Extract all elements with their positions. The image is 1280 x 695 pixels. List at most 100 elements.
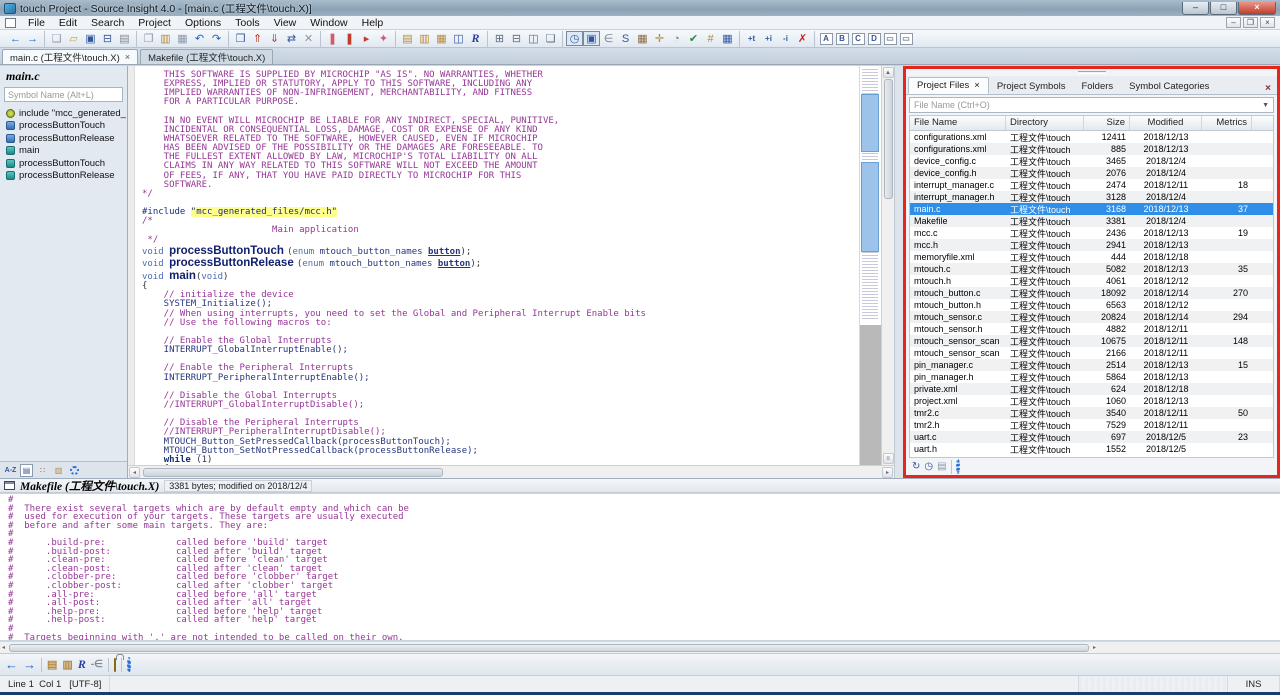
recent-files-icon[interactable]: ◷ xyxy=(924,461,933,472)
style-d-icon[interactable]: D xyxy=(867,32,881,45)
tab-close-icon[interactable]: × xyxy=(974,80,980,91)
table-row[interactable]: device_config.c 工程文件\touch 3465 2018/12/4 xyxy=(910,155,1273,167)
menu-project[interactable]: Project xyxy=(131,17,178,29)
table-row[interactable]: tmr2.c 工程文件\touch 3540 2018/12/11 50 xyxy=(910,407,1273,419)
cascade-windows-icon[interactable]: ❏ xyxy=(542,31,559,46)
calendar-icon[interactable]: ▦ xyxy=(634,31,651,46)
column-header-metrics[interactable]: Metrics xyxy=(1202,116,1252,130)
makefile-editor[interactable]: # # There exist several targets which are… xyxy=(0,494,1280,640)
class-view-icon[interactable]: ◫ xyxy=(450,31,467,46)
table-row[interactable]: memoryfile.xml 工程文件\touch 444 2018/12/18 xyxy=(910,251,1273,263)
paste-icon[interactable]: ▥ xyxy=(157,31,174,46)
breakpoint-icon[interactable]: ❚ xyxy=(341,31,358,46)
table-view-icon[interactable]: ▦ xyxy=(719,31,736,46)
table-row[interactable]: configurations.xml 工程文件\touch 12411 2018/12… xyxy=(910,131,1273,143)
tile-horizontal-icon[interactable]: ⊟ xyxy=(508,31,525,46)
column-header-modified[interactable]: Modified xyxy=(1130,116,1202,130)
code-editor[interactable]: THIS SOFTWARE IS SUPPLIED BY MICROCHIP "… xyxy=(135,66,859,465)
indent-add-icon[interactable]: +t xyxy=(743,31,760,46)
tile-grid-icon[interactable]: ⊞ xyxy=(491,31,508,46)
lock-icon[interactable] xyxy=(113,657,116,672)
menu-options[interactable]: Options xyxy=(178,17,228,29)
symbol-list-item[interactable]: processButtonRelease xyxy=(6,132,127,145)
style-b-icon[interactable]: B xyxy=(835,32,849,45)
sync-project-icon[interactable]: ↻ xyxy=(912,461,920,472)
check-icon[interactable]: ✔ xyxy=(685,31,702,46)
table-row[interactable]: pin_manager.c 工程文件\touch 2514 2018/12/13 15 xyxy=(910,359,1273,371)
mdi-minimize-button[interactable]: – xyxy=(1226,17,1241,28)
table-row[interactable]: main.c 工程文件\touch 3168 2018/12/13 37 xyxy=(910,203,1273,215)
menu-view[interactable]: View xyxy=(267,17,304,29)
nav-forward-icon[interactable]: → xyxy=(24,31,41,46)
panel-tab-project-symbols[interactable]: Project Symbols xyxy=(989,79,1074,94)
check-out-icon[interactable]: ⇑ xyxy=(249,31,266,46)
scroll-menu-icon[interactable]: ≡ xyxy=(882,453,894,464)
table-row[interactable]: interrupt_manager.h 工程文件\touch 3128 2018/12… xyxy=(910,191,1273,203)
column-header-size[interactable]: Size xyxy=(1084,116,1130,130)
tile-vertical-icon[interactable]: ◫ xyxy=(525,31,542,46)
table-row[interactable]: mtouch.c 工程文件\touch 5082 2018/12/13 35 xyxy=(910,263,1273,275)
mdi-restore-button[interactable]: ❐ xyxy=(1243,17,1258,28)
clock-icon[interactable]: ◷ xyxy=(566,31,583,46)
new-file-icon[interactable]: ❏ xyxy=(48,31,65,46)
open-project-icon[interactable]: ▱ xyxy=(65,31,82,46)
table-row[interactable]: mcc.h 工程文件\touch 2941 2018/12/13 xyxy=(910,239,1273,251)
book-view-icon[interactable]: ▥ xyxy=(52,464,65,477)
reference-icon[interactable]: R xyxy=(78,657,86,672)
menu-edit[interactable]: Edit xyxy=(52,17,84,29)
close-button[interactable]: × xyxy=(1238,1,1276,15)
tab-makefile[interactable]: Makefile (工程文件\touch.X) xyxy=(140,49,274,64)
snippet-icon[interactable]: S xyxy=(617,31,634,46)
panel-drag-grip[interactable] xyxy=(906,69,1277,76)
group-view-icon[interactable]: ∷ xyxy=(36,464,49,477)
symbol-out-icon[interactable]: -∈ xyxy=(91,659,103,670)
browse-project-icon[interactable]: ▤ xyxy=(399,31,416,46)
menu-help[interactable]: Help xyxy=(355,17,391,29)
bookmark-jump-icon[interactable]: ▸ xyxy=(358,31,375,46)
table-row[interactable]: mtouch_button.h 工程文件\touch 6563 2018/12/12 xyxy=(910,299,1273,311)
line-remove-icon[interactable]: -i xyxy=(777,31,794,46)
style-a-icon[interactable]: A xyxy=(819,32,833,45)
menu-file[interactable]: File xyxy=(21,17,52,29)
symbol-list-item[interactable]: processButtonRelease xyxy=(6,170,127,183)
nav-back-icon[interactable]: ← xyxy=(5,657,18,672)
scroll-right-icon[interactable]: ▸ xyxy=(882,466,893,478)
table-row[interactable]: tmr2.h 工程文件\touch 7529 2018/12/11 xyxy=(910,419,1273,431)
file-detail-icon[interactable]: ▤ xyxy=(937,461,946,472)
menu-window[interactable]: Window xyxy=(303,17,354,29)
scroll-right-icon[interactable]: ▸ xyxy=(1093,644,1096,651)
bottom-hscroll-thumb[interactable] xyxy=(9,643,1090,652)
scroll-left-icon[interactable]: ◂ xyxy=(129,466,140,478)
chevron-down-icon[interactable]: ▼ xyxy=(1258,102,1273,109)
flag-icon[interactable]: ❚ xyxy=(324,31,341,46)
open-file-list-icon[interactable]: ❒ xyxy=(232,31,249,46)
panel-tab-project-files[interactable]: Project Files × xyxy=(908,77,989,94)
table-row[interactable]: mtouch_sensor.c 工程文件\touch 20824 2018/12/14… xyxy=(910,311,1273,323)
panel-close-icon[interactable]: × xyxy=(1261,83,1275,94)
save-all-icon[interactable]: ⊟ xyxy=(99,31,116,46)
mdi-close-button[interactable]: × xyxy=(1260,17,1275,28)
menu-tools[interactable]: Tools xyxy=(228,17,267,29)
file-name-combo[interactable]: ▼ xyxy=(909,97,1274,113)
vscroll-thumb[interactable] xyxy=(883,79,893,199)
table-row[interactable]: pin_manager.h 工程文件\touch 5864 2018/12/13 xyxy=(910,371,1273,383)
gear-icon[interactable] xyxy=(68,464,81,477)
column-header-file-name[interactable]: File Name xyxy=(910,116,1006,130)
browse-book-icon[interactable]: ▤ xyxy=(47,658,57,671)
save-icon[interactable]: ▣ xyxy=(82,31,99,46)
menu-search[interactable]: Search xyxy=(84,17,131,29)
symbol-list-item[interactable]: processButtonTouch xyxy=(6,157,127,170)
delete-lines-icon[interactable]: ✗ xyxy=(794,31,811,46)
table-row[interactable]: mtouch_button.c 工程文件\touch 18092 2018/12/14… xyxy=(910,287,1273,299)
table-row[interactable]: mtouch_sensor.h 工程文件\touch 4882 2018/12/11 xyxy=(910,323,1273,335)
maximize-button[interactable]: □ xyxy=(1210,1,1237,15)
scroll-up-icon[interactable]: ▲ xyxy=(882,67,894,78)
list-view-icon[interactable]: ▤ xyxy=(20,463,33,477)
style-doc-2-icon[interactable]: ▭ xyxy=(899,32,913,45)
draft-view-icon[interactable]: ▣ xyxy=(583,31,600,46)
remove-symbol-icon[interactable]: ∈ xyxy=(600,31,617,46)
symbol-list-item[interactable]: main xyxy=(6,145,127,158)
reference-icon[interactable]: R xyxy=(467,31,484,46)
nav-back-icon[interactable]: ← xyxy=(7,31,24,46)
copy-icon[interactable]: ❐ xyxy=(140,31,157,46)
